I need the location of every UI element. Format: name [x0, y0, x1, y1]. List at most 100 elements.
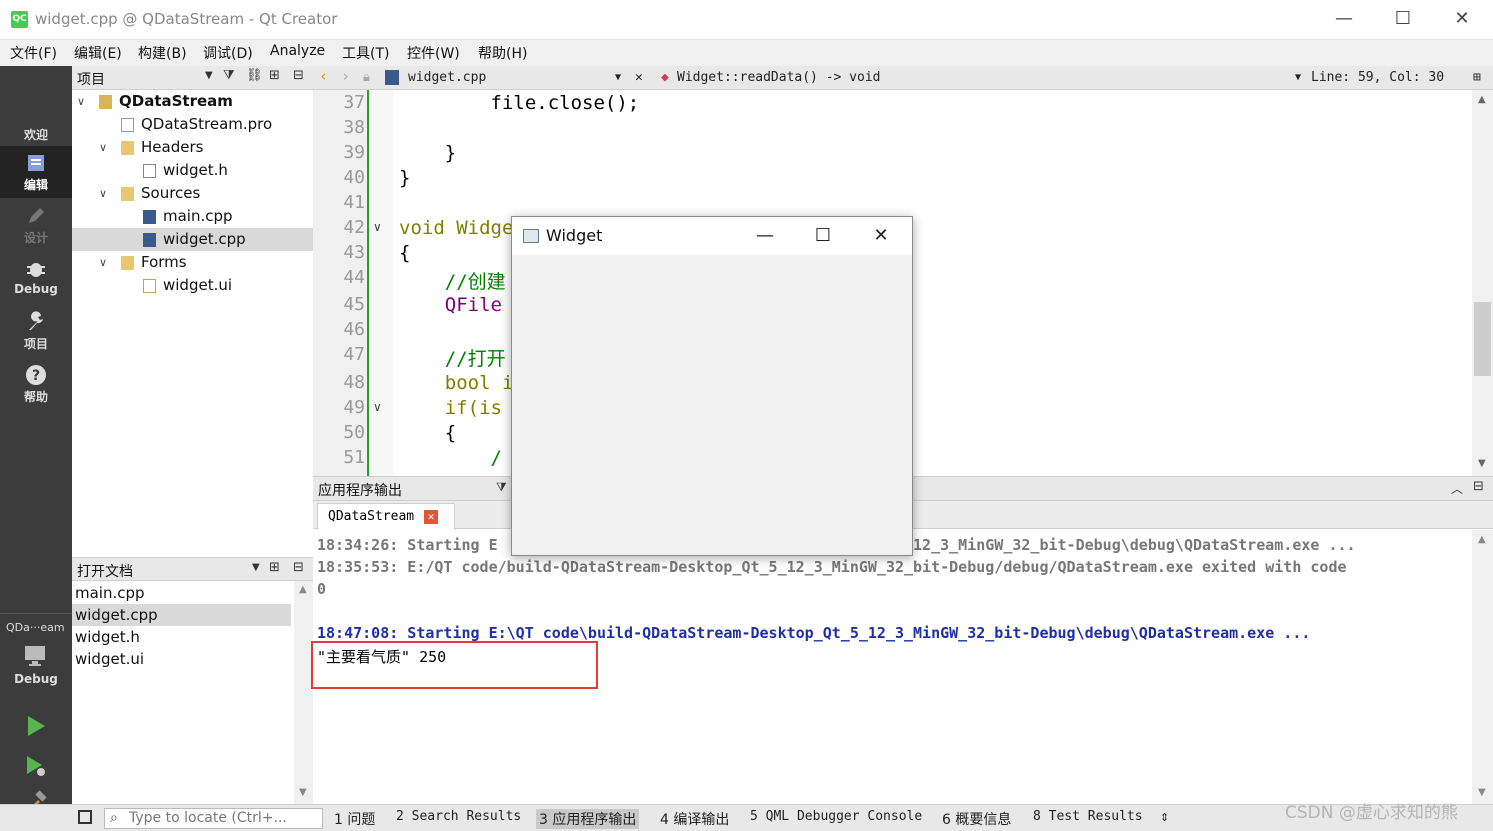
- pane-compile-output[interactable]: 4 编译输出: [660, 809, 729, 829]
- pane-application-output[interactable]: 3 应用程序输出: [536, 809, 640, 829]
- kit-selector[interactable]: Debug: [0, 640, 72, 694]
- open-doc-item[interactable]: widget.ui: [72, 648, 291, 670]
- open-documents-title[interactable]: 打开文档: [77, 561, 133, 581]
- tree-item-widget-h[interactable]: widget.h: [72, 159, 313, 182]
- mode-welcome[interactable]: 欢迎: [0, 96, 72, 148]
- tree-item-forms[interactable]: ∨ Forms: [72, 251, 313, 274]
- close-pane-icon[interactable]: ⊟: [1473, 479, 1484, 494]
- code-line: if(is: [399, 397, 502, 419]
- close-file-icon[interactable]: ✕: [635, 70, 643, 85]
- fold-chevron-icon[interactable]: ∨: [373, 400, 382, 414]
- tree-item-label: Headers: [141, 138, 204, 156]
- view-dropdown-chevron-icon[interactable]: ▼: [205, 70, 213, 81]
- mode-design[interactable]: 设计: [0, 199, 72, 251]
- tree-item-label: widget.ui: [163, 276, 233, 294]
- menu-debug[interactable]: 调试(D): [203, 43, 253, 63]
- file-dropdown-chevron-icon[interactable]: ▼: [615, 72, 621, 83]
- toggle-sidebar-icon[interactable]: [78, 810, 92, 824]
- scroll-down-icon[interactable]: ▼: [1478, 458, 1486, 469]
- cpp-file-icon: [385, 70, 399, 85]
- menu-tools[interactable]: 工具(T): [342, 43, 389, 63]
- menu-edit[interactable]: 编辑(E): [74, 43, 122, 63]
- menu-analyze[interactable]: Analyze: [270, 43, 325, 59]
- open-docs-scrollbar[interactable]: ▲ ▼: [294, 581, 313, 804]
- tree-item-sources[interactable]: ∨ Sources: [72, 182, 313, 205]
- expand-chevron-icon[interactable]: ∨: [99, 182, 113, 205]
- mode-help[interactable]: ? 帮助: [0, 358, 72, 410]
- scroll-up-icon[interactable]: ▲: [1478, 534, 1486, 545]
- bug-icon: [27, 263, 45, 277]
- cursor-position[interactable]: Line: 59, Col: 30: [1311, 70, 1444, 85]
- scroll-thumb[interactable]: [1474, 302, 1491, 376]
- tree-item-main-cpp[interactable]: main.cpp: [72, 205, 313, 228]
- widget-maximize-button[interactable]: ☐: [794, 217, 852, 255]
- widget-close-button[interactable]: ✕: [852, 217, 910, 255]
- more-panes-chevron-icon[interactable]: ⇕: [1160, 811, 1169, 824]
- filter-icon[interactable]: ⧩: [496, 480, 507, 495]
- tree-item-widget-ui[interactable]: widget.ui: [72, 274, 313, 297]
- scroll-down-icon[interactable]: ▼: [1478, 787, 1486, 798]
- menu-help[interactable]: 帮助(H): [478, 43, 527, 63]
- line-number: 49: [343, 397, 365, 418]
- run-icon[interactable]: [24, 714, 48, 738]
- locator-input[interactable]: ⌕ Type to locate (Ctrl+...: [104, 808, 323, 829]
- menu-build[interactable]: 构建(B): [138, 43, 187, 63]
- mode-projects[interactable]: 项目: [0, 305, 72, 357]
- mode-debug[interactable]: Debug: [0, 252, 72, 304]
- pane-issues[interactable]: 1 问题: [334, 809, 375, 829]
- projects-pane-title[interactable]: 项目: [77, 69, 105, 89]
- expand-chevron-icon[interactable]: ∨: [99, 251, 113, 274]
- pane-general-messages[interactable]: 6 概要信息: [942, 809, 1011, 829]
- filter-icon[interactable]: ⧩: [223, 68, 235, 83]
- split-icon[interactable]: ⊞: [269, 560, 280, 575]
- scroll-up-icon[interactable]: ▲: [1478, 94, 1486, 105]
- code-line: }: [399, 142, 457, 164]
- tree-item-widget-cpp[interactable]: widget.cpp: [72, 228, 313, 251]
- menu-file[interactable]: 文件(F): [10, 43, 57, 63]
- editor-scrollbar[interactable]: ▲ ▼: [1472, 90, 1493, 476]
- close-button[interactable]: ✕: [1433, 0, 1491, 38]
- open-doc-item[interactable]: widget.cpp: [72, 604, 291, 626]
- folder-icon: [121, 141, 134, 155]
- line-number: 46: [343, 319, 365, 340]
- scroll-down-icon[interactable]: ▼: [299, 787, 307, 798]
- menu-widgets[interactable]: 控件(W): [407, 43, 460, 63]
- editor-toolbar: ‹ › 🔒︎ widget.cpp ▼ ✕ ◆ Widget::readData…: [313, 66, 1493, 90]
- tree-item-pro-file[interactable]: QDataStream.pro: [72, 113, 313, 136]
- line-number: 51: [343, 447, 365, 468]
- pane-test-results[interactable]: 8 Test Results: [1033, 809, 1143, 824]
- mode-edit[interactable]: 编辑: [0, 146, 72, 198]
- tree-item-project[interactable]: ∨ QDataStream: [72, 90, 313, 113]
- maximize-button[interactable]: ☐: [1374, 0, 1432, 38]
- view-dropdown-chevron-icon[interactable]: ▼: [252, 562, 260, 573]
- pane-search-results[interactable]: 2 Search Results: [396, 809, 521, 824]
- current-file-name[interactable]: widget.cpp: [408, 70, 486, 85]
- pane-qml-debugger-console[interactable]: 5 QML Debugger Console: [750, 809, 922, 824]
- output-tab-qdatastream[interactable]: QDataStream ✕: [317, 503, 455, 530]
- fold-chevron-icon[interactable]: ∨: [373, 220, 382, 234]
- tree-item-headers[interactable]: ∨ Headers: [72, 136, 313, 159]
- maximize-pane-icon[interactable]: ︿: [1451, 480, 1463, 497]
- split-icon[interactable]: ⊞: [1473, 70, 1481, 85]
- close-tab-icon[interactable]: ✕: [424, 510, 438, 524]
- widget-minimize-button[interactable]: —: [736, 217, 794, 255]
- open-doc-item[interactable]: main.cpp: [72, 582, 291, 604]
- expand-chevron-icon[interactable]: ∨: [77, 90, 91, 113]
- expand-chevron-icon[interactable]: ∨: [99, 136, 113, 159]
- current-symbol[interactable]: Widget::readData() -> void: [677, 70, 881, 85]
- menu-bar: 文件(F) 编辑(E) 构建(B) 调试(D) Analyze 工具(T) 控件…: [0, 40, 1493, 66]
- output-scrollbar[interactable]: ▲ ▼: [1472, 530, 1493, 804]
- close-pane-icon[interactable]: ⊟: [293, 560, 304, 575]
- project-tree: ∨ QDataStream QDataStream.pro ∨ Headers …: [72, 90, 313, 557]
- open-doc-item[interactable]: widget.h: [72, 626, 291, 648]
- close-pane-icon[interactable]: ⊟: [293, 68, 304, 83]
- debug-run-icon[interactable]: [24, 754, 48, 778]
- minimize-button[interactable]: —: [1315, 0, 1373, 38]
- split-icon[interactable]: ⊞: [269, 68, 280, 83]
- symbol-dropdown-chevron-icon[interactable]: ▼: [1295, 72, 1301, 83]
- ui-file-icon: [143, 279, 156, 293]
- scroll-up-icon[interactable]: ▲: [299, 584, 307, 595]
- link-icon[interactable]: ⛓: [246, 68, 263, 83]
- back-arrow-icon[interactable]: ‹: [319, 67, 328, 85]
- forward-arrow-icon[interactable]: ›: [341, 67, 350, 85]
